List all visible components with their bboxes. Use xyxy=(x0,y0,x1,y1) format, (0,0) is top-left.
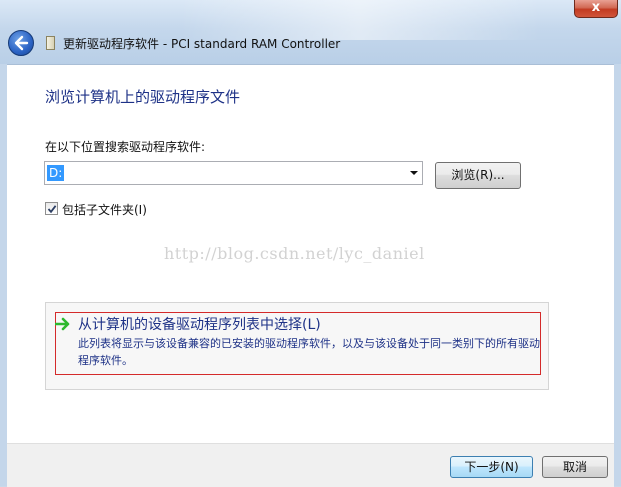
device-icon xyxy=(46,36,55,50)
path-combobox[interactable]: D: xyxy=(44,161,423,185)
checkmark-icon xyxy=(47,205,57,214)
include-subfolders-checkbox[interactable] xyxy=(45,202,58,215)
window-frame-right xyxy=(614,64,621,486)
pick-from-list-description: 此列表将显示与该设备兼容的已安装的驱动程序软件，以及与该设备处于同一类别下的所有… xyxy=(78,337,540,367)
green-arrow-icon xyxy=(55,317,70,331)
next-button[interactable]: 下一步(N) xyxy=(450,456,533,478)
back-button[interactable] xyxy=(8,30,34,56)
include-subfolders-label[interactable]: 包括子文件夹(I) xyxy=(62,201,147,218)
back-arrow-icon xyxy=(14,35,29,51)
path-value[interactable]: D: xyxy=(47,165,65,181)
title-bar: x 更新驱动程序软件 - PCI standard RAM Controller xyxy=(0,0,621,64)
close-button[interactable]: x xyxy=(574,0,618,18)
title-bar-gloss xyxy=(180,0,540,40)
watermark-text: http://blog.csdn.net/lyc_daniel xyxy=(164,244,425,263)
search-location-label: 在以下位置搜索驱动程序软件: xyxy=(45,140,206,154)
browse-button[interactable]: 浏览(R)... xyxy=(435,162,521,189)
chevron-down-icon[interactable] xyxy=(410,171,418,175)
window-frame-left xyxy=(0,64,7,486)
page-title: 浏览计算机上的驱动程序文件 xyxy=(45,88,241,106)
cancel-button[interactable]: 取消 xyxy=(542,456,608,478)
pick-from-list-link[interactable]: 从计算机的设备驱动程序列表中选择(L) xyxy=(78,314,321,334)
window-title: 更新驱动程序软件 - PCI standard RAM Controller xyxy=(63,37,341,51)
